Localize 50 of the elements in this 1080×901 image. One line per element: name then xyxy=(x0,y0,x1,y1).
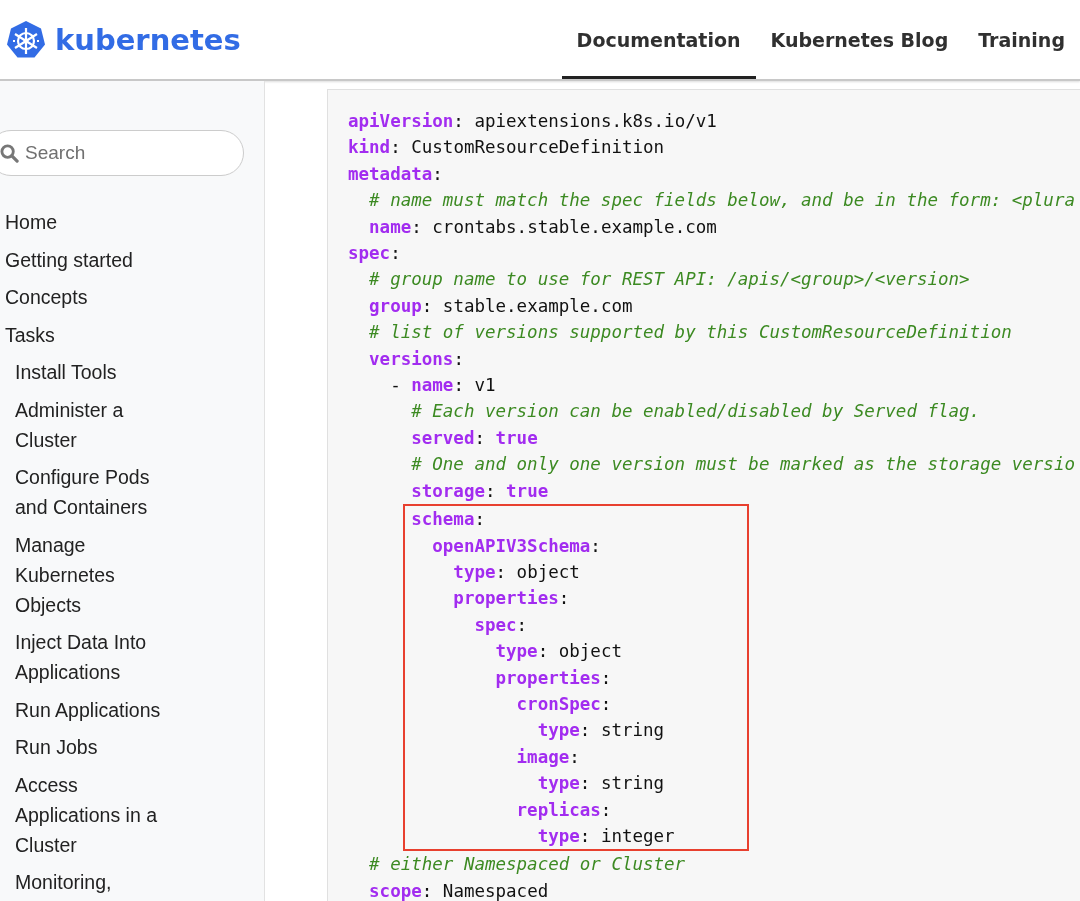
code-line: properties: xyxy=(494,666,612,690)
sidebar-link[interactable]: Administer a Cluster xyxy=(0,390,180,458)
nav-link[interactable]: Documentation xyxy=(561,0,756,79)
helm-wheel-icon xyxy=(6,19,46,60)
sidebar-link[interactable]: Run Jobs xyxy=(0,728,98,766)
code-line: versions: xyxy=(368,347,464,371)
code-line: type: integer xyxy=(536,824,675,848)
code-comment: # Each version can be enabled/disabled by Served flag. xyxy=(410,400,981,424)
search-icon xyxy=(0,144,19,163)
code-line: spec: xyxy=(348,242,401,266)
code-line: type: string xyxy=(536,772,665,796)
code-line: type: string xyxy=(536,719,665,743)
code-line: image: xyxy=(515,745,580,769)
sidebar-link[interactable]: Run Applications xyxy=(0,690,161,728)
code-line: cronSpec: xyxy=(515,692,612,716)
code-line: - name: v1 xyxy=(389,374,496,398)
code-line: apiVersion: apiextensions.k8s.io/v1 xyxy=(348,110,717,133)
sidebar-link[interactable]: Monitoring, xyxy=(0,863,112,901)
code-line: properties: xyxy=(452,587,570,611)
code-line: served: true xyxy=(410,426,538,450)
code-line: spec: xyxy=(473,613,528,637)
code-comment: # One and only one version must be marked as the storage versio xyxy=(410,453,1075,477)
code-line: storage: true xyxy=(410,479,549,503)
code-line: type: object xyxy=(452,560,580,584)
code-line: replicas: xyxy=(515,798,612,822)
sidebar-link[interactable]: Inject Data Into Applications xyxy=(0,623,180,691)
code-line: metadata: xyxy=(348,162,443,186)
sidebar-link[interactable]: Home xyxy=(0,203,58,241)
sidebar-link[interactable]: Install Tools xyxy=(0,353,117,391)
sidebar-link[interactable]: Access Applications in a Cluster xyxy=(0,765,180,863)
code-line: openAPIV3Schema: xyxy=(431,534,601,558)
search-field[interactable]: Search xyxy=(0,130,244,176)
nav-link[interactable]: Training xyxy=(963,0,1080,79)
code-line: kind: CustomResourceDefinition xyxy=(348,136,665,160)
sidebar-link[interactable]: Concepts xyxy=(0,278,88,316)
sidebar-link[interactable]: Configure Pods and Containers xyxy=(0,458,180,526)
code-line: scope: Namespaced xyxy=(368,879,549,901)
code-line: schema: xyxy=(411,508,485,532)
sidebar-link[interactable]: Getting started xyxy=(0,240,133,278)
code-line: type: object xyxy=(494,640,622,664)
code-comment: # group name to use for REST API: /apis/<group>/<version> xyxy=(368,268,970,292)
code-line: name: crontabs.stable.example.com xyxy=(368,215,717,239)
nav-link[interactable]: Kubernetes Blog xyxy=(755,0,964,79)
sidebar-link[interactable]: Tasks xyxy=(0,315,55,353)
code-comment: # name must match the spec fields below, and be in the form: <plura xyxy=(368,189,1075,213)
code-comment: # either Namespaced or Cluster xyxy=(368,853,686,877)
kubernetes-logo-text[interactable]: kubernetes xyxy=(55,22,241,57)
sidebar-link[interactable]: Manage Kubernetes Objects xyxy=(0,525,180,623)
code-comment: # list of versions supported by this CustomResourceDefinition xyxy=(368,321,1012,345)
code-line: group: stable.example.com xyxy=(368,294,633,318)
